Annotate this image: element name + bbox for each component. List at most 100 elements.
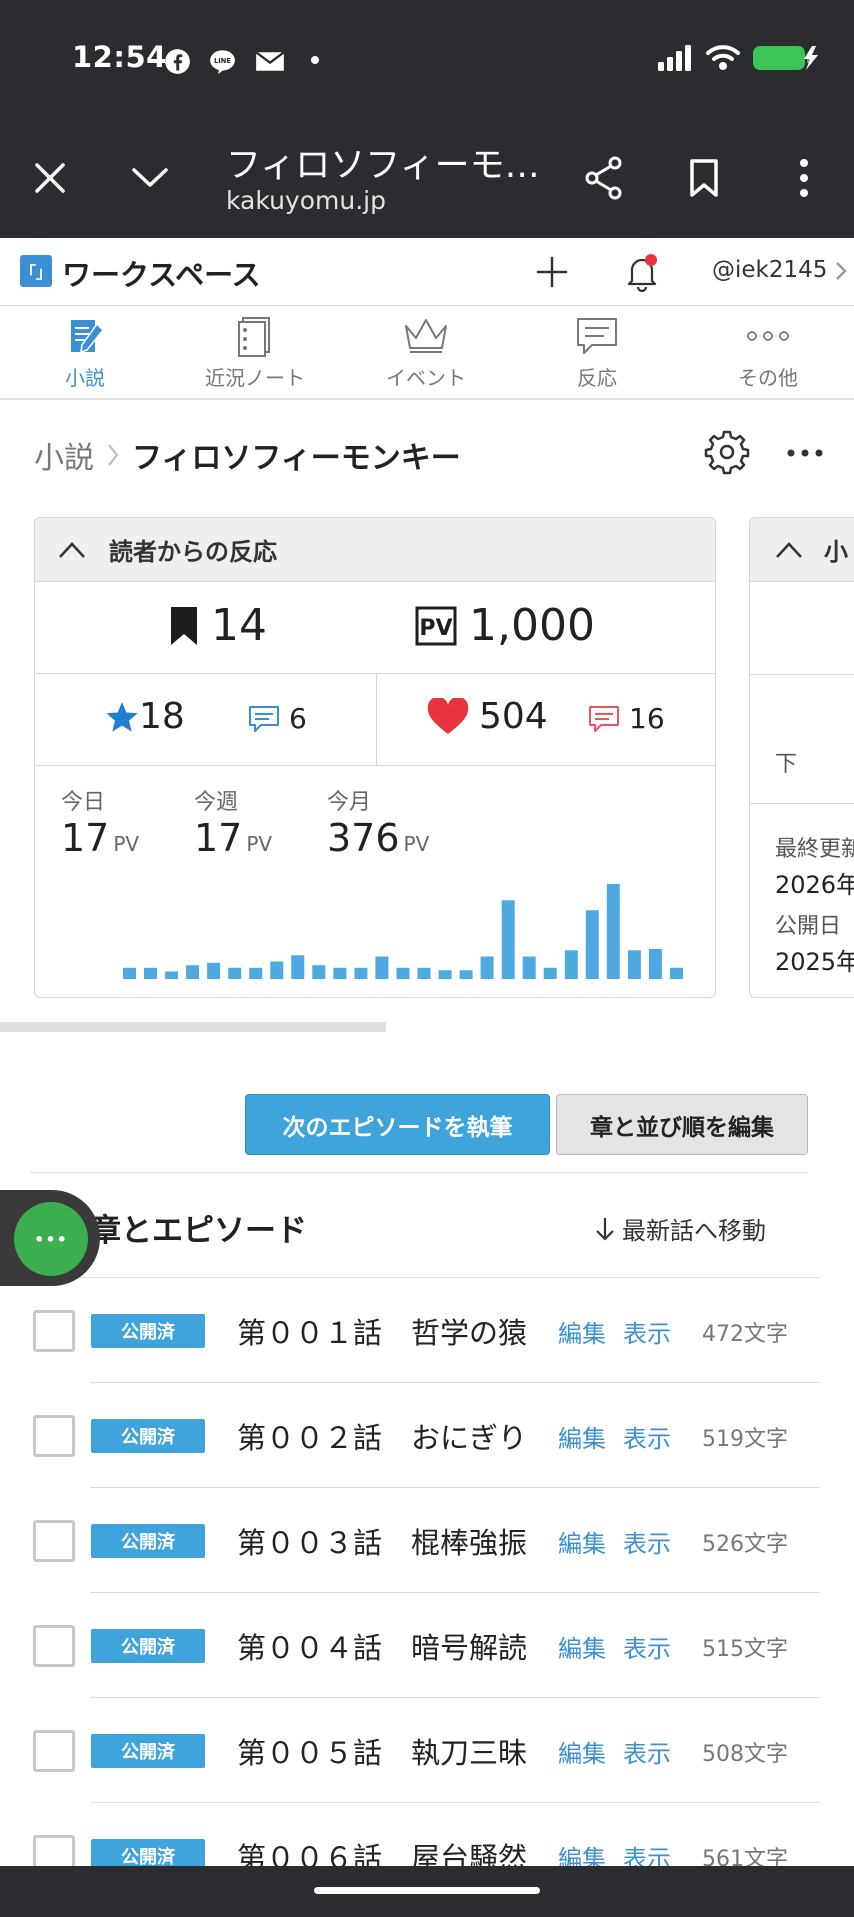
episode-checkbox[interactable]: [33, 1520, 75, 1562]
pv-bar: [417, 967, 431, 979]
pv-bar: [585, 910, 599, 979]
pv-bar: [543, 967, 557, 979]
tab-events[interactable]: イベント: [346, 314, 506, 391]
pv-today-value: 17: [61, 816, 110, 860]
episode-title[interactable]: 第００１話 哲学の猿: [237, 1310, 527, 1352]
bell-icon[interactable]: [622, 252, 662, 292]
kakuyomu-logo[interactable]: 「」: [20, 255, 52, 287]
pv-bar: [670, 967, 683, 979]
edit-episode-link[interactable]: 編集: [558, 1524, 606, 1559]
bookmark-icon: [690, 159, 718, 197]
episode-checkbox[interactable]: [33, 1730, 75, 1772]
horizontal-dots-icon[interactable]: [785, 438, 825, 468]
chevron-right-icon: [108, 444, 119, 466]
view-episode-link[interactable]: 表示: [623, 1314, 671, 1349]
gear-icon[interactable]: [703, 428, 751, 476]
episode-title[interactable]: 第００４話 暗号解読: [237, 1625, 527, 1667]
browser-menu-button[interactable]: [774, 148, 834, 208]
pv-bar: [438, 970, 452, 979]
view-episode-link[interactable]: 表示: [623, 1419, 671, 1454]
pv-bar: [501, 900, 515, 979]
tab-more[interactable]: その他: [688, 314, 848, 391]
tab-label: その他: [738, 366, 798, 390]
breadcrumb-current: フィロソフィーモンキー: [132, 441, 461, 476]
workspace-header: 「」 ワークスペース @iek2145: [0, 238, 854, 306]
published-badge: 公開済: [91, 1629, 205, 1663]
view-episode-link[interactable]: 表示: [623, 1629, 671, 1664]
updated-label: 最終更新: [775, 837, 854, 862]
reactions-card-title: 読者からの反応: [109, 538, 277, 566]
review-count: 6: [247, 702, 307, 735]
pv-bar: [606, 884, 620, 979]
workspace-tabs: 小説 近況ノート イベント 反応 その他: [0, 306, 854, 400]
pv-unit: PV: [403, 832, 430, 856]
bookmark-filled-icon: [171, 606, 197, 645]
episode-checkbox[interactable]: [33, 1310, 75, 1352]
close-tab-button[interactable]: [20, 148, 80, 208]
published-badge: 公開済: [91, 1419, 205, 1453]
edit-episode-link[interactable]: 編集: [558, 1734, 606, 1769]
jump-to-latest-link[interactable]: 最新話へ移動: [594, 1211, 766, 1246]
episode-title[interactable]: 第００３話 棍棒強振: [237, 1520, 527, 1562]
episode-title[interactable]: 第００２話 おにぎり: [237, 1415, 527, 1457]
novel-info-card-header[interactable]: 小: [750, 518, 854, 582]
minimize-button[interactable]: [120, 148, 180, 208]
episode-row: 公開済 第００３話 棍棒強振 編集 表示 526文字: [0, 1488, 854, 1593]
jump-label: 最新話へ移動: [622, 1217, 766, 1245]
edit-chapters-button[interactable]: 章と並び順を編集: [556, 1094, 808, 1155]
published-badge: 公開済: [91, 1734, 205, 1768]
episode-checkbox[interactable]: [33, 1625, 75, 1667]
status-indicators: [658, 44, 820, 72]
edit-episode-link[interactable]: 編集: [558, 1629, 606, 1664]
status-bar: 12:54 LINE: [0, 0, 854, 120]
pv-unit: PV: [246, 832, 273, 856]
edit-episode-link[interactable]: 編集: [558, 1419, 606, 1454]
chapters-title: 章とエピソード: [90, 1213, 307, 1249]
comment-red-icon: [589, 705, 619, 732]
pv-bar: [480, 956, 494, 979]
user-menu-link[interactable]: @iek2145: [712, 257, 847, 283]
episode-char-count: 508文字: [702, 1742, 788, 1767]
share-button[interactable]: [574, 148, 634, 208]
arrow-down-icon: [596, 1217, 614, 1241]
tab-novels[interactable]: 小説: [5, 314, 165, 391]
divider: [30, 1172, 808, 1173]
floating-menu-button[interactable]: •••: [14, 1202, 88, 1276]
breadcrumb-root-link[interactable]: 小説: [34, 433, 94, 477]
episode-checkbox[interactable]: [33, 1415, 75, 1457]
notification-dot-icon: [311, 56, 319, 64]
ratings-row: 18 6 504 16: [35, 674, 715, 766]
plus-icon[interactable]: [532, 252, 572, 292]
pv-bar: [144, 967, 157, 979]
peek-text: 下: [775, 752, 798, 777]
chevron-up-icon: [59, 541, 85, 558]
write-next-episode-button[interactable]: 次のエピソードを執筆: [245, 1094, 550, 1155]
svg-text:LINE: LINE: [214, 57, 231, 65]
pv-week-value: 17: [194, 816, 243, 860]
edit-episode-link[interactable]: 編集: [558, 1314, 606, 1349]
view-episode-link[interactable]: 表示: [623, 1734, 671, 1769]
published-label: 公開日: [775, 914, 842, 939]
pv-bar: [186, 965, 200, 979]
comment-count-value: 16: [629, 702, 665, 735]
workspace-title[interactable]: ワークスペース: [62, 252, 261, 294]
browser-toolbar: フィロソフィーモ… kakuyomu.jp: [0, 120, 854, 238]
home-gesture-bar[interactable]: [314, 1887, 540, 1894]
pv-bar: [312, 965, 326, 979]
tab-reactions[interactable]: 反応: [517, 314, 677, 391]
logo-text: 「」: [20, 263, 53, 282]
episode-row: 公開済 第００１話 哲学の猿 編集 表示 472文字: [0, 1278, 854, 1383]
bookmark-page-button[interactable]: [674, 148, 734, 208]
tab-activity-notes[interactable]: 近況ノート: [175, 314, 335, 391]
carousel-scrollbar[interactable]: [0, 1022, 386, 1032]
reactions-card-header[interactable]: 読者からの反応: [35, 518, 715, 582]
pv-bar: [648, 949, 662, 979]
star-count-value: 18: [139, 696, 185, 737]
pv-week: 今週 17 PV: [194, 784, 272, 860]
view-episode-link[interactable]: 表示: [623, 1524, 671, 1559]
episode-row: 公開済 第００４話 暗号解読 編集 表示 515文字: [0, 1593, 854, 1698]
share-icon: [585, 156, 622, 200]
episode-char-count: 472文字: [702, 1322, 788, 1347]
vertical-dots-icon: [800, 159, 808, 197]
episode-title[interactable]: 第００５話 執刀三昧: [237, 1730, 527, 1772]
